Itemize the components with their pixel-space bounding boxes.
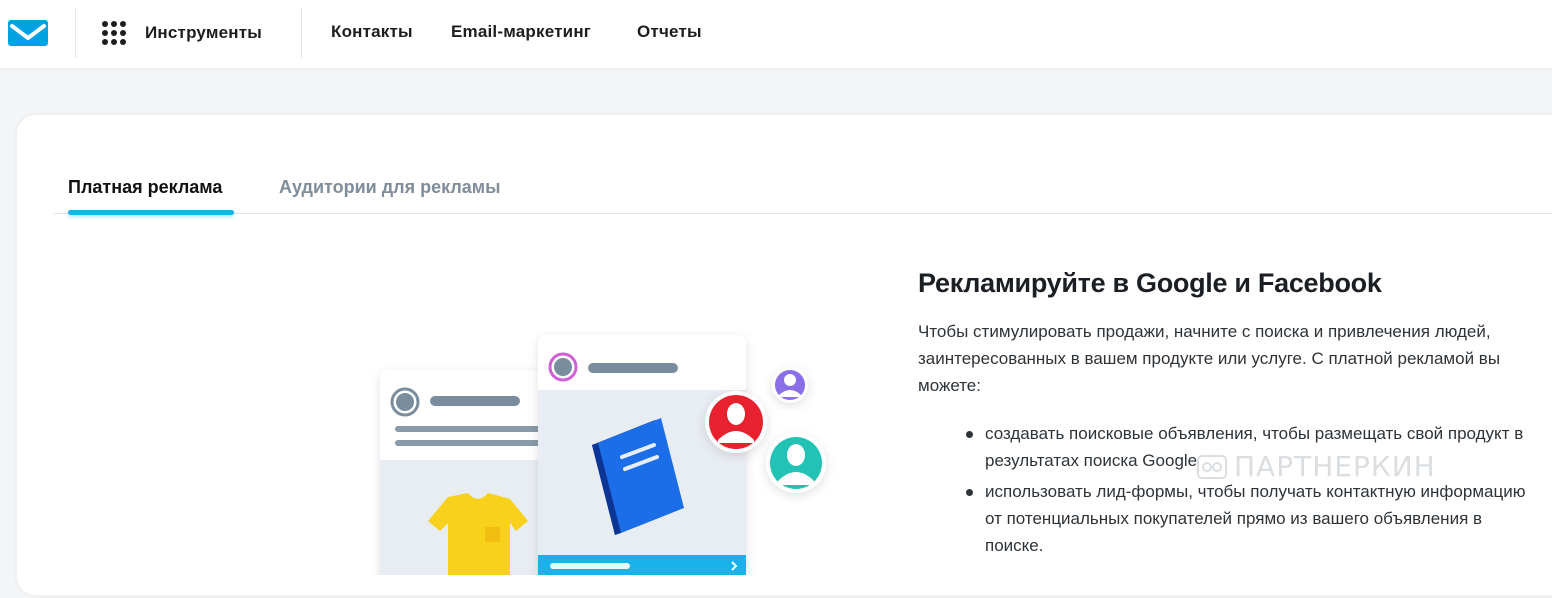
section-title: Рекламируйте в Google и Facebook [918, 268, 1382, 298]
watermark-logo-icon [1197, 454, 1227, 479]
header-divider [301, 8, 302, 58]
watermark-text: ПАРТНЕРКИН [1234, 450, 1436, 483]
apps-grid-icon [102, 21, 126, 45]
tabs-divider [54, 213, 1552, 214]
nav-link-contacts[interactable]: Контакты [331, 22, 413, 42]
tab-ad-audiences[interactable]: Аудитории для рекламы [279, 177, 500, 198]
active-tab-indicator [68, 210, 234, 215]
list-item: использовать лид-формы, чтобы получать к… [966, 478, 1526, 559]
section-description: Чтобы стимулировать продажи, начните с п… [918, 322, 1501, 395]
watermark: ПАРТНЕРКИН [1196, 450, 1436, 483]
tools-menu-label: Инструменты [145, 23, 262, 42]
nav-link-reports[interactable]: Отчеты [637, 22, 702, 42]
header-divider [75, 8, 76, 58]
tab-paid-ads[interactable]: Платная реклама [68, 177, 222, 198]
envelope-logo-icon[interactable] [8, 20, 48, 46]
feature-list: создавать поисковые объявления, чтобы ра… [966, 420, 1526, 563]
tools-menu-button[interactable]: Инструменты [100, 17, 262, 49]
nav-link-email-marketing[interactable]: Email-маркетинг [451, 22, 591, 42]
ads-illustration [380, 335, 826, 575]
top-navigation-bar: Инструменты Контакты Email-маркетинг Отч… [0, 0, 1552, 68]
